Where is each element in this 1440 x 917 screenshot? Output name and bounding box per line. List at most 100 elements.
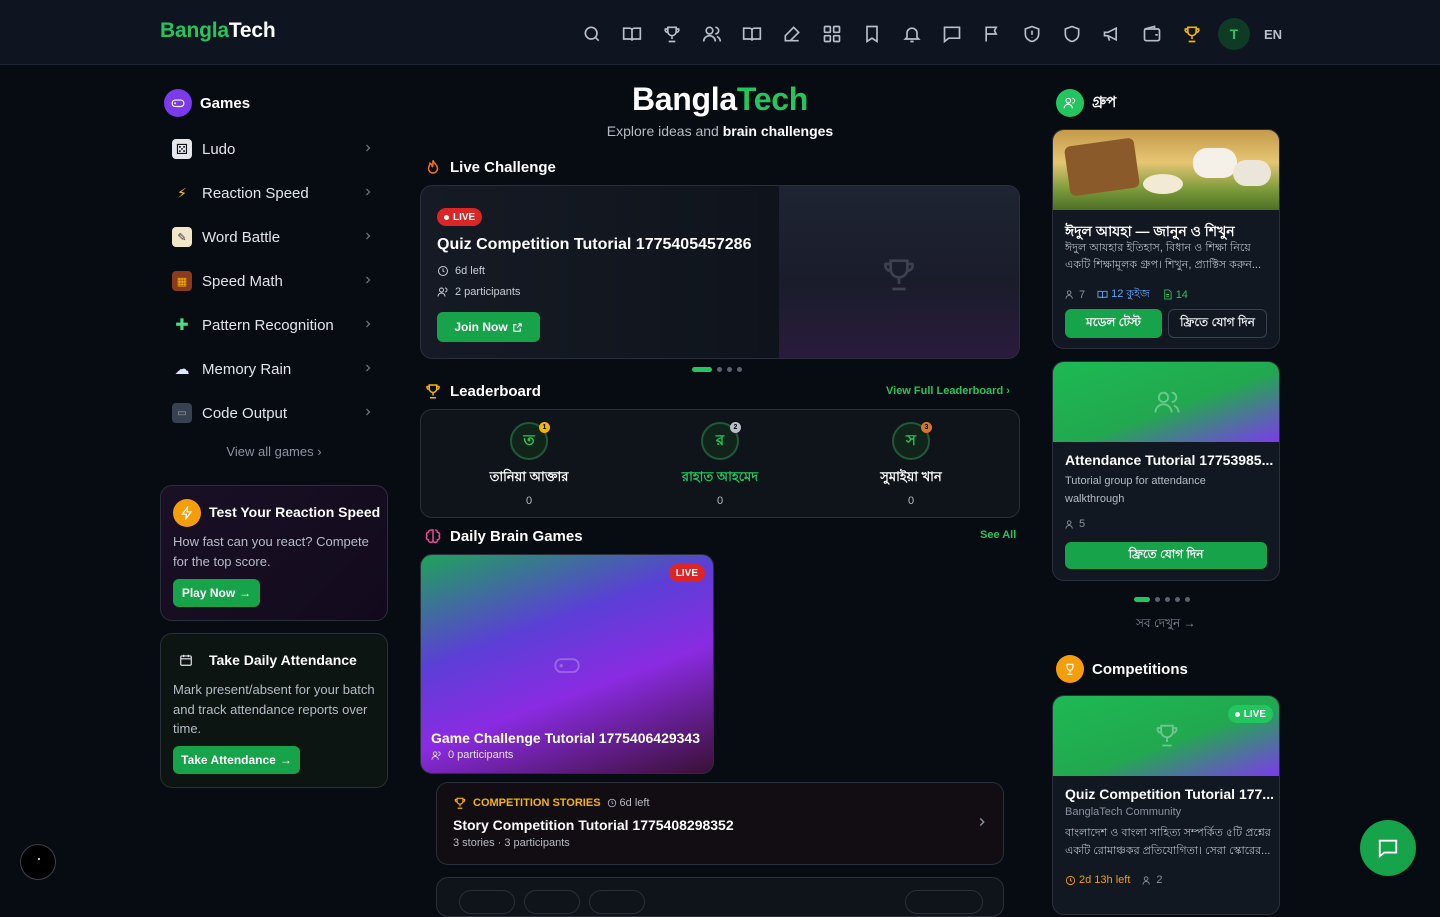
leader-avatar: স3: [892, 422, 932, 460]
chat-fab-button[interactable]: [1360, 820, 1416, 876]
game-item-code-output[interactable]: ▭ Code Output: [160, 391, 388, 435]
user-avatar[interactable]: T: [1218, 18, 1250, 50]
leaderboard-entry[interactable]: ত1 তানিয়া আক্তার 0: [439, 422, 619, 507]
join-free-button[interactable]: ফ্রিতে যোগ দিন: [1168, 309, 1267, 338]
bell-icon[interactable]: [892, 20, 932, 48]
carousel-dot[interactable]: [692, 367, 712, 372]
model-test-button[interactable]: মডেল টেস্ট: [1065, 309, 1162, 338]
live-challenge-header: Live Challenge: [424, 158, 556, 176]
grid-icon[interactable]: [812, 20, 852, 48]
tagline-bold: brain challenges: [722, 123, 834, 139]
carousel-dot[interactable]: [1165, 597, 1170, 602]
dot-indicator: [38, 858, 40, 860]
leader-initial: স: [906, 431, 916, 449]
leader-name: সুমাইয়া খান: [880, 469, 942, 484]
megaphone-icon[interactable]: [1092, 20, 1132, 48]
game-item-reaction-speed[interactable]: ⚡ Reaction Speed: [160, 171, 388, 215]
game-item-ludo[interactable]: ⚄ Ludo: [160, 127, 388, 171]
competition-card[interactable]: LIVE Quiz Competition Tutorial 177... Ba…: [1052, 695, 1280, 915]
join-free-button[interactable]: ফ্রিতে যোগ দিন: [1065, 542, 1267, 569]
brain-icon: [425, 529, 441, 544]
reaction-card-desc: How fast can you react? Compete for the …: [173, 534, 369, 569]
carousel-dot[interactable]: [727, 367, 732, 372]
view-all-games-link[interactable]: View all games ›: [160, 444, 388, 459]
trophy-icon: [454, 797, 466, 809]
see-all-label: সব দেখুন: [1136, 616, 1181, 630]
abacus-icon: ▦: [172, 271, 192, 291]
leaderboard-entry[interactable]: স3 সুমাইয়া খান 0: [821, 422, 1001, 507]
carousel-dot[interactable]: [1155, 597, 1160, 602]
hero-brand-part1: Bangla: [631, 81, 737, 117]
brain-game-card[interactable]: LIVE Game Challenge Tutorial 17754064293…: [420, 554, 714, 774]
game-item-speed-math[interactable]: ▦ Speed Math: [160, 259, 388, 303]
filter-tab[interactable]: [524, 890, 580, 914]
see-all-groups-link[interactable]: সব দেখুন →: [1136, 615, 1196, 635]
reaction-speed-card: Test Your Reaction Speed How fast can yo…: [160, 485, 388, 621]
story-competition-card[interactable]: COMPETITION STORIES 6d left Story Compet…: [436, 782, 1004, 865]
book-icon: [1097, 290, 1108, 299]
game-label: Ludo: [202, 140, 236, 158]
carousel-dot[interactable]: [1134, 597, 1150, 602]
filter-tab[interactable]: [459, 890, 515, 914]
carousel-dot[interactable]: [1175, 597, 1180, 602]
bookmark-icon[interactable]: [852, 20, 892, 48]
game-title: Game Challenge Tutorial 1775406429343: [431, 730, 700, 746]
tagline-plain: Explore ideas and: [606, 123, 719, 139]
carousel-dot[interactable]: [1185, 597, 1190, 602]
carousel-dot[interactable]: [717, 367, 722, 372]
take-attendance-button[interactable]: Take Attendance →: [173, 746, 300, 774]
view-full-leaderboard-link[interactable]: View Full Leaderboard ›: [886, 385, 1010, 397]
group-card-attendance[interactable]: Attendance Tutorial 17753985... Tutorial…: [1052, 361, 1280, 581]
trophy-gold-icon[interactable]: [1172, 20, 1212, 48]
dice-icon: ⚄: [172, 139, 192, 159]
see-all-link[interactable]: See All: [980, 529, 1016, 541]
game-item-pattern-recognition[interactable]: ✚ Pattern Recognition: [160, 303, 388, 347]
carousel-dot[interactable]: [737, 367, 742, 372]
bowl-illustration: [1143, 174, 1183, 194]
calendar-icon: [179, 653, 193, 667]
search-icon[interactable]: [572, 20, 612, 48]
competition-org: BanglaTech Community: [1065, 806, 1182, 818]
filter-tab[interactable]: [589, 890, 645, 914]
live-challenge-card[interactable]: LIVE Quiz Competition Tutorial 177540545…: [420, 185, 1020, 359]
message-icon[interactable]: [932, 20, 972, 48]
edit-icon[interactable]: [772, 20, 812, 48]
join-now-button[interactable]: Join Now: [437, 312, 540, 342]
arrow-right-icon: →: [279, 753, 292, 767]
game-item-memory-rain[interactable]: ☁ Memory Rain: [160, 347, 388, 391]
memo-icon: ✎: [172, 227, 192, 247]
filter-tab[interactable]: [905, 890, 983, 914]
puzzle-icon: ✚: [175, 317, 189, 334]
flag-icon[interactable]: [972, 20, 1012, 48]
users-icon: [1065, 519, 1073, 529]
group-cover-image: [1053, 362, 1279, 442]
leaderboard-entry[interactable]: র2 রাহাত আহমেদ 0: [630, 422, 810, 507]
attendance-card: Take Daily Attendance Mark present/absen…: [160, 633, 388, 788]
users-icon[interactable]: [692, 20, 732, 48]
leader-name: তানিয়া আক্তার: [489, 469, 569, 484]
participants-stat: 2: [1142, 874, 1163, 886]
book-open-icon[interactable]: [612, 20, 652, 48]
gamepad-icon: [551, 651, 583, 679]
floating-circle-button[interactable]: [20, 844, 56, 880]
quiz-stat: 12 কুইজ: [1097, 285, 1150, 304]
chevron-right-icon: [362, 274, 374, 286]
shield-alert-icon[interactable]: [1012, 20, 1052, 48]
chevron-right-icon: [362, 318, 374, 330]
clock-icon: [607, 798, 616, 808]
users-icon: [1153, 388, 1181, 416]
competition-cover-image: LIVE: [1053, 696, 1279, 776]
wallet-icon[interactable]: [1132, 20, 1172, 48]
book-icon[interactable]: [732, 20, 772, 48]
play-now-button[interactable]: Play Now →: [173, 579, 260, 607]
trophy-icon: [879, 254, 919, 294]
brand-logo[interactable]: BanglaTech: [160, 19, 276, 43]
language-switch[interactable]: EN: [1264, 27, 1282, 42]
lightning-icon: [173, 499, 201, 527]
game-item-word-battle[interactable]: ✎ Word Battle: [160, 215, 388, 259]
competition-stats: 2d 13h left 2: [1065, 874, 1163, 886]
group-card-eid[interactable]: ঈদুল আযহা — জানুন ও শিখুন ঈদুল আযহার ইতি…: [1052, 129, 1280, 349]
users-icon: [1142, 875, 1151, 885]
shield-icon[interactable]: [1052, 20, 1092, 48]
trophy-icon[interactable]: [652, 20, 692, 48]
